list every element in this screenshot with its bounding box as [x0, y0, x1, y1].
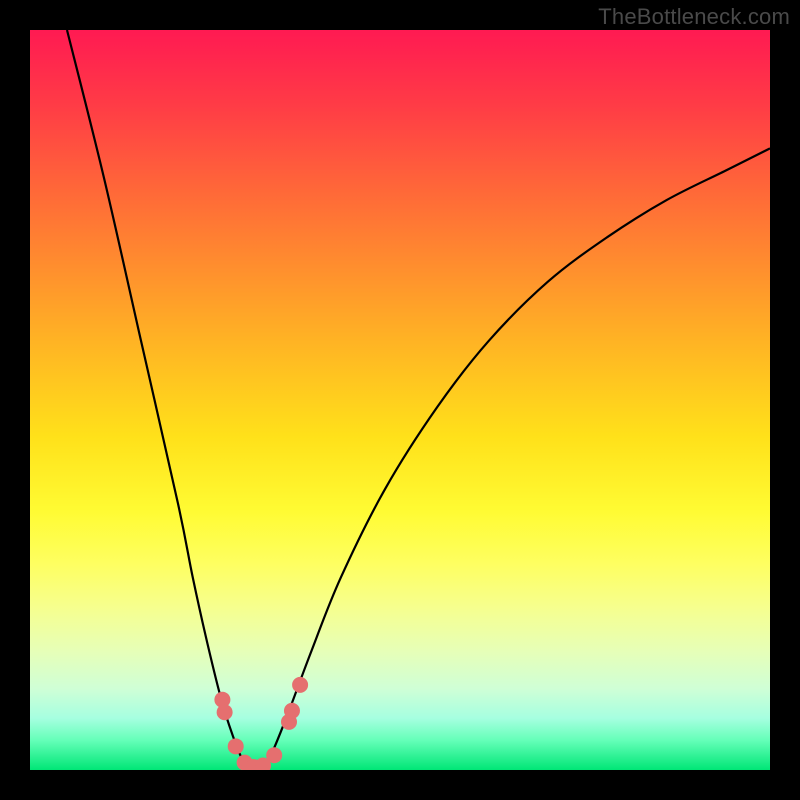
curve-marker-dot: [228, 738, 244, 754]
curve-marker-dot: [284, 703, 300, 719]
curve-marker-dot: [266, 747, 282, 763]
curve-marker-dot: [292, 677, 308, 693]
watermark-text: TheBottleneck.com: [598, 4, 790, 30]
plot-area: [30, 30, 770, 770]
chart-frame: TheBottleneck.com: [0, 0, 800, 800]
curve-markers: [30, 30, 770, 770]
curve-marker-dot: [217, 704, 233, 720]
